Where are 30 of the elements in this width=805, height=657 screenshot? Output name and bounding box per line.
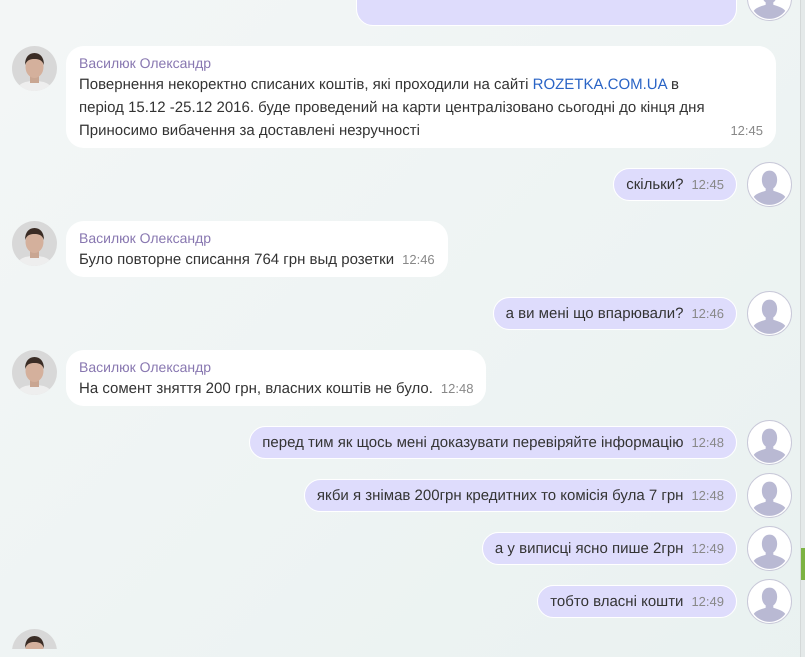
avatar-icon: [747, 579, 792, 624]
message-time: 12:49: [691, 541, 724, 556]
message-text: перед тим як щось мені доказувати перевіряйте інформацію: [262, 434, 684, 451]
message-time: 12:45: [730, 122, 763, 140]
author-name: Василюк Олександр: [79, 358, 212, 377]
author-name: Василюк Олександр: [79, 54, 212, 73]
message-text: а ви мені що впарювали?: [506, 305, 684, 322]
message-text: На сомент зняття 200 грн, власних коштів не було.: [79, 379, 433, 399]
avatar-icon: [747, 526, 792, 571]
message-time: 12:46: [691, 306, 724, 321]
message-text: якби я знімав 200грн кредитних то комісія була 7 грн: [316, 487, 684, 504]
message-time: 12:48: [691, 435, 724, 450]
message-text: скільки?: [626, 176, 684, 193]
avatar-icon: [747, 473, 792, 518]
author-name: Василюк Олександр: [79, 229, 212, 248]
message-text: Було повторне списання 764 грн выд розетки: [79, 250, 394, 270]
message-text: а у виписці ясно пише 2грн: [494, 540, 684, 557]
message-time: 12:48: [691, 488, 724, 503]
avatar-icon: [747, 420, 792, 465]
message-time: 12:48: [440, 380, 474, 398]
message-time: 12:49: [691, 594, 724, 609]
message-text: Повернення некоректно списаних коштів, які проходили на сайті ROZETKA.COM.UA в період 15.12 -25.12 2016. буде проведений на карти централізовано сьогодні до кінця дня Приносимо вибачення за доставлені незручності: [79, 75, 706, 141]
message-time: 12:45: [691, 177, 724, 192]
avatar-icon: [747, 162, 792, 207]
message-time: 12:46: [402, 251, 435, 269]
scrollbar[interactable]: [800, 0, 805, 657]
avatar-icon: [747, 291, 792, 336]
message-text: тобто власні кошти: [550, 593, 684, 610]
scrollbar-thumb[interactable]: [801, 548, 805, 580]
link[interactable]: ROZETKA.COM.UA: [532, 76, 667, 93]
